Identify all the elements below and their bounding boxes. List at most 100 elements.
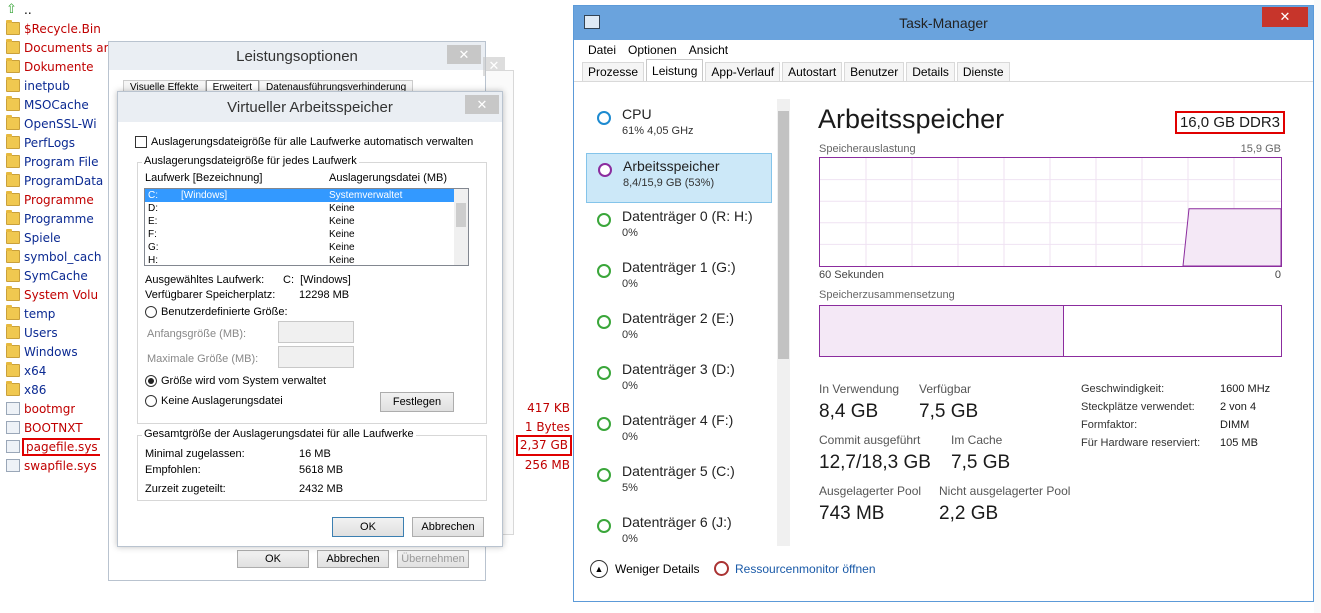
sidebar-item-name: Datenträger 2 (E:) xyxy=(622,310,735,326)
max-size-input[interactable] xyxy=(278,346,354,368)
auto-manage-checkbox[interactable]: Auslagerungsdateigröße für alle Laufwerk… xyxy=(135,136,473,149)
status-dot-icon xyxy=(597,366,611,380)
scrollbar[interactable] xyxy=(454,189,468,265)
folder-item[interactable]: Windows xyxy=(6,342,78,361)
file-item[interactable]: pagefile.sys xyxy=(6,437,100,456)
folder-item[interactable]: x64 xyxy=(6,361,46,380)
in-use-label: In Verwendung xyxy=(819,382,900,396)
drive-list[interactable]: C: [Windows] Systemverwaltet D: Keine E: Keine… xyxy=(144,188,469,266)
folder-item[interactable]: symbol_cach xyxy=(6,247,102,266)
custom-size-label: Benutzerdefinierte Größe: xyxy=(161,306,288,318)
file-item[interactable]: swapfile.sys xyxy=(6,456,97,475)
folder-item[interactable]: MSOCache xyxy=(6,95,89,114)
folder-item[interactable]: inetpub xyxy=(6,76,70,95)
sidebar-scrollbar[interactable] xyxy=(777,99,790,546)
folder-item[interactable]: Users xyxy=(6,323,58,342)
drive-letter: E: xyxy=(148,216,158,227)
tab-users[interactable]: Benutzer xyxy=(844,62,905,81)
folder-item[interactable]: System Volu xyxy=(6,285,98,304)
drive-letter: G: xyxy=(148,242,159,253)
folder-icon xyxy=(6,248,20,263)
menu-file[interactable]: Datei xyxy=(588,43,616,57)
folder-item[interactable]: Documents and xyxy=(6,38,119,57)
folder-icon xyxy=(6,286,20,301)
cancel-button[interactable]: Abbrechen xyxy=(317,550,389,568)
sidebar-item[interactable]: Datenträger 1 (G:) 0% xyxy=(586,255,772,305)
close-button[interactable]: ✕ xyxy=(447,45,481,64)
sidebar-item[interactable]: Datenträger 6 (J:) 0% xyxy=(586,510,772,549)
folder-item[interactable]: Programme xyxy=(6,190,94,209)
cancel-button[interactable]: Abbrechen xyxy=(412,517,484,537)
folder-item[interactable]: temp xyxy=(6,304,55,323)
folder-item[interactable]: Spiele xyxy=(6,228,61,247)
folder-item[interactable]: x86 xyxy=(6,380,46,399)
initial-size-input[interactable] xyxy=(278,321,354,343)
custom-size-radio[interactable]: Benutzerdefinierte Größe: xyxy=(145,306,288,319)
folder-item[interactable]: PerfLogs xyxy=(6,133,75,152)
sidebar-item-detail: 0% xyxy=(622,278,638,290)
folder-item[interactable]: ProgramData xyxy=(6,171,103,190)
folder-item[interactable]: Program File xyxy=(6,152,99,171)
folder-icon xyxy=(6,381,20,396)
tab-processes[interactable]: Prozesse xyxy=(582,62,645,81)
folder-item[interactable]: OpenSSL-Wi xyxy=(6,114,97,133)
sidebar-item[interactable]: Datenträger 2 (E:) 0% xyxy=(586,306,772,356)
drive-row[interactable]: D: Keine xyxy=(145,202,454,215)
ok-button[interactable]: OK xyxy=(332,517,404,537)
tab-services[interactable]: Dienste xyxy=(956,62,1010,81)
tab-details[interactable]: Details xyxy=(906,62,955,81)
ok-button[interactable]: OK xyxy=(237,550,309,568)
fewer-details-label: Weniger Details xyxy=(615,562,700,576)
item-name: .. xyxy=(24,2,32,17)
drive-row[interactable]: F: Keine xyxy=(145,228,454,241)
file-icon xyxy=(6,459,20,472)
folder-item[interactable]: SymCache xyxy=(6,266,88,285)
fewer-details-button[interactable]: ▲ Weniger Details xyxy=(590,560,699,578)
folder-icon xyxy=(6,39,20,54)
sidebar-item[interactable]: Datenträger 5 (C:) 5% xyxy=(586,459,772,509)
scroll-thumb[interactable] xyxy=(778,111,789,359)
folder-item[interactable]: ⇧.. xyxy=(6,0,32,19)
folder-item[interactable]: $Recycle.Bin xyxy=(6,19,101,38)
sidebar-item[interactable]: Datenträger 4 (F:) 0% xyxy=(586,408,772,458)
radio-circle[interactable] xyxy=(145,306,157,319)
radio-circle[interactable] xyxy=(145,375,157,388)
sidebar-item[interactable]: CPU 61% 4,05 GHz xyxy=(586,102,772,152)
drive-pagefile-value: Systemverwaltet xyxy=(329,190,403,201)
folder-icon xyxy=(6,210,20,225)
file-item[interactable]: bootmgr xyxy=(6,399,75,418)
drive-row[interactable]: G: Keine xyxy=(145,241,454,254)
drive-row[interactable]: C: [Windows] Systemverwaltet xyxy=(145,189,454,202)
set-button[interactable]: Festlegen xyxy=(380,392,454,412)
folder-item[interactable]: Programme xyxy=(6,209,94,228)
file-icon xyxy=(6,440,20,453)
background-window-edge xyxy=(1314,0,1321,613)
file-item[interactable]: BOOTNXT xyxy=(6,418,83,437)
sidebar-item[interactable]: Datenträger 3 (D:) 0% xyxy=(586,357,772,407)
resource-monitor-link[interactable]: Ressourcenmonitor öffnen xyxy=(714,561,876,576)
speed-label: Geschwindigkeit: xyxy=(1081,383,1165,395)
sidebar-item-name: Datenträger 1 (G:) xyxy=(622,259,736,275)
sidebar-item-name: Datenträger 0 (R: H:) xyxy=(622,208,753,224)
close-button[interactable]: ✕ xyxy=(1262,7,1308,27)
folder-item[interactable]: Dokumente xyxy=(6,57,94,76)
sidebar-item[interactable]: Arbeitsspeicher 8,4/15,9 GB (53%) xyxy=(586,153,772,203)
system-managed-radio[interactable]: Größe wird vom System verwaltet xyxy=(145,375,326,388)
tab-performance[interactable]: Leistung xyxy=(646,59,704,81)
close-button[interactable]: ✕ xyxy=(465,95,499,114)
apply-button[interactable]: Übernehmen xyxy=(397,550,469,568)
radio-circle[interactable] xyxy=(145,395,157,408)
folder-icon xyxy=(6,267,20,282)
hw-reserved-label: Für Hardware reserviert: xyxy=(1081,437,1201,449)
drive-row[interactable]: E: Keine xyxy=(145,215,454,228)
menu-view[interactable]: Ansicht xyxy=(689,43,728,57)
drive-row[interactable]: H: Keine xyxy=(145,254,454,265)
menu-options[interactable]: Optionen xyxy=(628,43,677,57)
no-pagefile-radio[interactable]: Keine Auslagerungsdatei xyxy=(145,395,283,408)
tab-startup[interactable]: Autostart xyxy=(782,62,843,81)
checkbox-box[interactable] xyxy=(135,136,147,149)
scroll-thumb[interactable] xyxy=(456,203,466,227)
sidebar-item[interactable]: Datenträger 0 (R: H:) 0% xyxy=(586,204,772,254)
drive-letter: C: xyxy=(148,190,158,201)
tab-app-history[interactable]: App-Verlauf xyxy=(705,62,781,81)
